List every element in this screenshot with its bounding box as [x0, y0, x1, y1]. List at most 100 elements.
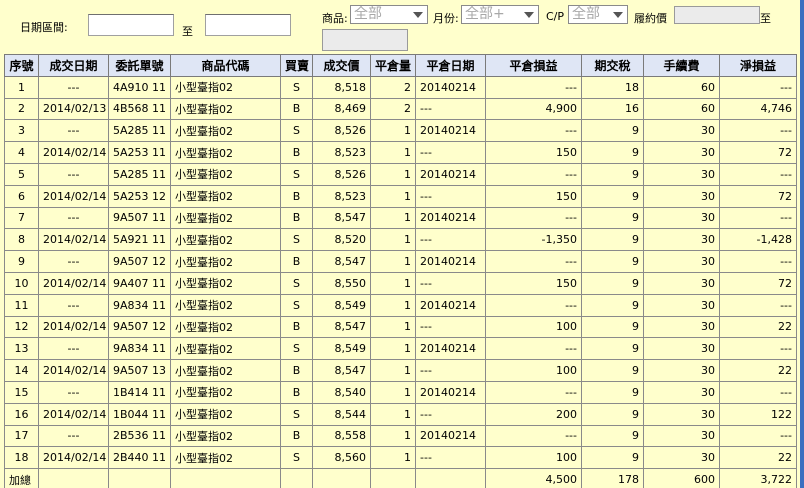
- cell-close-pnl: 100: [485, 315, 582, 339]
- cell-close-pnl: 150: [485, 184, 582, 208]
- cell-product-code: 小型臺指02: [170, 162, 281, 186]
- column-header-trade-date[interactable]: 成交日期: [38, 54, 109, 77]
- cell-close-date: ---: [415, 446, 486, 470]
- cell-price: 8,547: [312, 315, 371, 339]
- cell-close-date: ---: [415, 402, 486, 426]
- column-header-side[interactable]: 買賣: [280, 54, 313, 77]
- cell-side: S: [280, 337, 313, 361]
- column-header-seq[interactable]: 序號: [4, 54, 39, 77]
- cell-price: 8,550: [312, 271, 371, 295]
- cp-select-value: 全部: [572, 6, 600, 22]
- column-header-close-pnl[interactable]: 平倉損益: [485, 54, 582, 77]
- table-row[interactable]: 8 2014/02/14 5A921 11 小型臺指02 S 8,520 1 --- -1,35…: [4, 228, 797, 252]
- cell-net-pnl: 122: [719, 402, 797, 426]
- strike-from-input[interactable]: [674, 6, 760, 24]
- cell-close-pnl: ---: [485, 250, 582, 273]
- table-row[interactable]: 12 2014/02/14 9A507 12 小型臺指02 B 8,547 1 --- 100 9…: [4, 315, 797, 339]
- table-row[interactable]: 15 --- 1B414 11 小型臺指02 B 8,540 1 20140214 --- 9 30…: [4, 380, 797, 404]
- cell-side: B: [280, 359, 313, 382]
- cell-net-pnl: ---: [719, 119, 797, 143]
- cell-tax: 9: [581, 337, 644, 361]
- cell-fee: 60: [643, 97, 720, 121]
- column-header-close-date[interactable]: 平倉日期: [415, 54, 486, 77]
- cp-label: C/P: [546, 10, 565, 23]
- cell-side: B: [280, 97, 313, 121]
- cell-trade-date: ---: [38, 337, 109, 361]
- cell-fee: 30: [643, 184, 720, 208]
- cell-close-pnl: 200: [485, 402, 582, 426]
- cell-trade-date: 2014/02/14: [38, 446, 109, 470]
- cell-net-pnl: ---: [719, 250, 797, 273]
- strike-to-input[interactable]: [322, 29, 408, 51]
- cell-order-no: 9A507 12: [108, 250, 171, 273]
- cell-product-code: 小型臺指02: [170, 446, 281, 470]
- column-header-product-code[interactable]: 商品代碼: [170, 54, 281, 77]
- table-row[interactable]: 16 2014/02/14 1B044 11 小型臺指02 S 8,544 1 --- 200 9…: [4, 402, 797, 426]
- cell-close-qty: 1: [370, 184, 416, 208]
- cell-close-qty: 1: [370, 206, 416, 230]
- table-row[interactable]: 4 2014/02/14 5A253 11 小型臺指02 B 8,523 1 --- 150 9 3…: [4, 141, 797, 164]
- cell-order-no: 2B536 11: [108, 424, 171, 448]
- cell-product-code: 小型臺指02: [170, 337, 281, 361]
- cell-seq: 5: [4, 162, 39, 186]
- cell-order-no: 5A253 11: [108, 141, 171, 164]
- cell-side: S: [280, 293, 313, 317]
- column-header-fee[interactable]: 手續費: [643, 54, 720, 77]
- table-row[interactable]: 11 --- 9A834 11 小型臺指02 S 8,549 1 20140214 --- 9 30…: [4, 293, 797, 317]
- month-label: 月份:: [433, 12, 459, 25]
- cell-price: 8,523: [312, 184, 371, 208]
- cell-product-code: 小型臺指02: [170, 184, 281, 208]
- column-header-tax[interactable]: 期交稅: [581, 54, 644, 77]
- cell-product-code: 小型臺指02: [170, 250, 281, 273]
- column-header-price[interactable]: 成交價: [312, 54, 371, 77]
- cell-tax: 9: [581, 206, 644, 230]
- end-date-input[interactable]: [205, 14, 291, 36]
- cell-tax: 9: [581, 293, 644, 317]
- table-row[interactable]: 6 2014/02/14 5A253 12 小型臺指02 B 8,523 1 --- 150 9 3…: [4, 184, 797, 208]
- cell-side: B: [280, 424, 313, 448]
- start-date-input[interactable]: [88, 14, 174, 36]
- table-row[interactable]: 18 2014/02/14 2B440 11 小型臺指02 S 8,560 1 --- 100 9…: [4, 446, 797, 470]
- cell-close-date: 20140214: [415, 424, 486, 448]
- table-row[interactable]: 17 --- 2B536 11 小型臺指02 B 8,558 1 20140214 --- 9 30…: [4, 424, 797, 448]
- table-row[interactable]: 2 2014/02/13 4B568 11 小型臺指02 B 8,469 2 --- 4,900…: [4, 97, 797, 121]
- table-row[interactable]: 9 --- 9A507 12 小型臺指02 B 8,547 1 20140214 --- 9 30-…: [4, 250, 797, 273]
- table-row[interactable]: 3 --- 5A285 11 小型臺指02 S 8,526 1 20140214 --- 9 30-…: [4, 119, 797, 143]
- cell-order-no: 9A507 12: [108, 315, 171, 339]
- table-row[interactable]: 10 2014/02/14 9A407 11 小型臺指02 S 8,550 1 --- 150 9…: [4, 271, 797, 295]
- cell-fee: 30: [643, 228, 720, 252]
- cell-price: 8,549: [312, 337, 371, 361]
- cell-seq: 2: [4, 97, 39, 121]
- cp-select[interactable]: 全部: [568, 5, 628, 24]
- cell-close-qty: 1: [370, 293, 416, 317]
- chevron-down-icon: [524, 12, 534, 18]
- cell-order-no: 5A253 12: [108, 184, 171, 208]
- cell-side: B: [280, 206, 313, 230]
- total-close-qty: [370, 468, 416, 488]
- cell-trade-date: 2014/02/14: [38, 228, 109, 252]
- window-edge: [800, 0, 804, 488]
- cell-close-qty: 1: [370, 228, 416, 252]
- total-close-pnl: 4,500: [485, 468, 582, 488]
- month-select[interactable]: 全部+: [461, 5, 539, 24]
- column-header-net-pnl[interactable]: 淨損益: [719, 54, 797, 77]
- cell-order-no: 2B440 11: [108, 446, 171, 470]
- cell-trade-date: ---: [38, 162, 109, 186]
- product-select[interactable]: 全部: [350, 5, 428, 24]
- table-row[interactable]: 14 2014/02/14 9A507 13 小型臺指02 B 8,547 1 --- 100 9…: [4, 359, 797, 382]
- table-row[interactable]: 5 --- 5A285 11 小型臺指02 S 8,526 1 20140214 --- 9 30-…: [4, 162, 797, 186]
- cell-side: B: [280, 250, 313, 273]
- cell-order-no: 9A407 11: [108, 271, 171, 295]
- table-row[interactable]: 7 --- 9A507 11 小型臺指02 B 8,547 1 20140214 --- 9 30-…: [4, 206, 797, 230]
- cell-close-date: 20140214: [415, 337, 486, 361]
- table-row[interactable]: 1 --- 4A910 11 小型臺指02 S 8,518 2 20140214 --- 18 60…: [4, 75, 797, 99]
- cell-fee: 30: [643, 446, 720, 470]
- cell-side: S: [280, 75, 313, 99]
- cell-price: 8,526: [312, 162, 371, 186]
- chevron-down-icon: [413, 12, 423, 18]
- cell-tax: 9: [581, 184, 644, 208]
- column-header-close-qty[interactable]: 平倉量: [370, 54, 416, 77]
- cell-trade-date: 2014/02/14: [38, 271, 109, 295]
- column-header-order-no[interactable]: 委託單號: [108, 54, 171, 77]
- table-row[interactable]: 13 --- 9A834 11 小型臺指02 S 8,549 1 20140214 --- 9 30…: [4, 337, 797, 361]
